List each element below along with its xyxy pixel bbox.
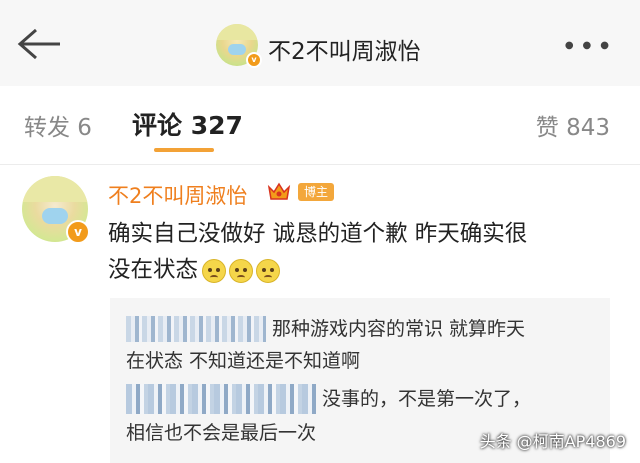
reply-1-line-2: 在状态 不知道还是不知道啊	[126, 350, 361, 372]
sad-face-emoji-icon	[229, 259, 254, 283]
verified-icon: v	[246, 52, 262, 68]
tab-bar: 转发 6 评论 327 赞 843	[0, 86, 640, 165]
reply-2-line-1: 没事的，不是第一次了，	[322, 388, 532, 410]
tab-repost[interactable]: 转发 6	[24, 108, 92, 142]
comment-author[interactable]: 不2不叫周淑怡	[108, 180, 247, 210]
comment-line-2: 没在状态	[108, 257, 199, 283]
redacted-username	[126, 316, 266, 342]
top-bar: v 不2不叫周淑怡 ●●●	[0, 0, 640, 86]
more-options-icon[interactable]: ●●●	[565, 40, 618, 51]
sad-face-emoji-icon	[256, 259, 281, 283]
reply-1-line-1: 那种游戏内容的常识 就算昨天	[272, 318, 526, 340]
header-title: 不2不叫周淑怡	[268, 39, 421, 65]
active-tab-indicator	[154, 148, 214, 152]
back-arrow-icon[interactable]	[16, 26, 62, 62]
sad-face-emoji-icon	[202, 259, 227, 283]
tab-comment[interactable]: 评论 327	[132, 106, 243, 142]
watermark: 头条 @柯南AP4869	[479, 432, 626, 451]
reply-2-line-2: 相信也不会是最后一次	[126, 422, 317, 444]
comment-line-1: 确实自己没做好 诚恳的道个歉 昨天确实很	[108, 221, 528, 247]
crown-icon	[267, 182, 291, 200]
tab-like[interactable]: 赞 843	[536, 108, 610, 142]
emoji-group	[202, 253, 283, 289]
comment-text: 确实自己没做好 诚恳的道个歉 昨天确实很 没在状态	[108, 216, 608, 289]
redacted-username	[126, 384, 316, 414]
blogger-badge: 博主	[298, 183, 335, 201]
verified-icon: v	[66, 220, 90, 244]
